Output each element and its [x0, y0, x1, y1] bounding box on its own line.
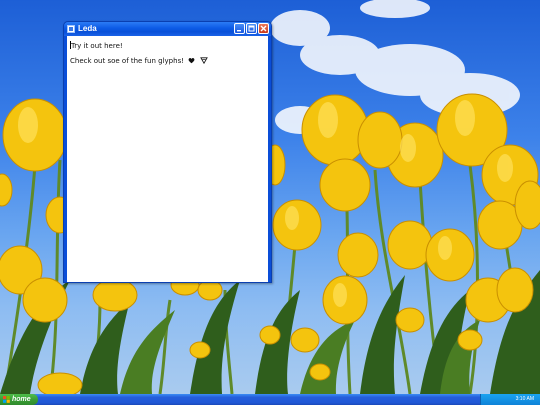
start-logo-icon — [3, 396, 10, 403]
clock[interactable]: 3:10 AM — [516, 394, 534, 405]
app-window[interactable]: Leda Try it out here! Check out soe of t… — [63, 21, 272, 283]
maximize-button[interactable] — [246, 23, 257, 34]
text-line-1-content: Try it out here! — [71, 42, 123, 50]
heart-icon — [188, 58, 195, 64]
system-tray: 3:10 AM — [480, 394, 540, 405]
close-icon — [260, 25, 267, 32]
window-titlebar[interactable]: Leda — [64, 22, 271, 36]
triangle-glyph-icon — [199, 57, 208, 64]
start-label: home — [12, 396, 31, 403]
text-line-1: Try it out here! — [70, 41, 123, 50]
close-button[interactable] — [258, 23, 269, 34]
text-line-2: Check out soe of the fun glyphs! — [70, 57, 208, 65]
desktop[interactable]: Leda Try it out here! Check out soe of t… — [0, 0, 540, 394]
app-icon — [67, 25, 75, 33]
minimize-icon — [237, 30, 241, 32]
text-line-2-content: Check out soe of the fun glyphs! — [70, 57, 185, 65]
taskbar: home 3:10 AM — [0, 394, 540, 405]
text-area[interactable]: Try it out here! Check out soe of the fu… — [67, 36, 268, 282]
start-button[interactable]: home — [0, 394, 38, 405]
minimize-button[interactable] — [234, 23, 245, 34]
maximize-icon — [248, 25, 255, 32]
window-title: Leda — [78, 24, 97, 33]
